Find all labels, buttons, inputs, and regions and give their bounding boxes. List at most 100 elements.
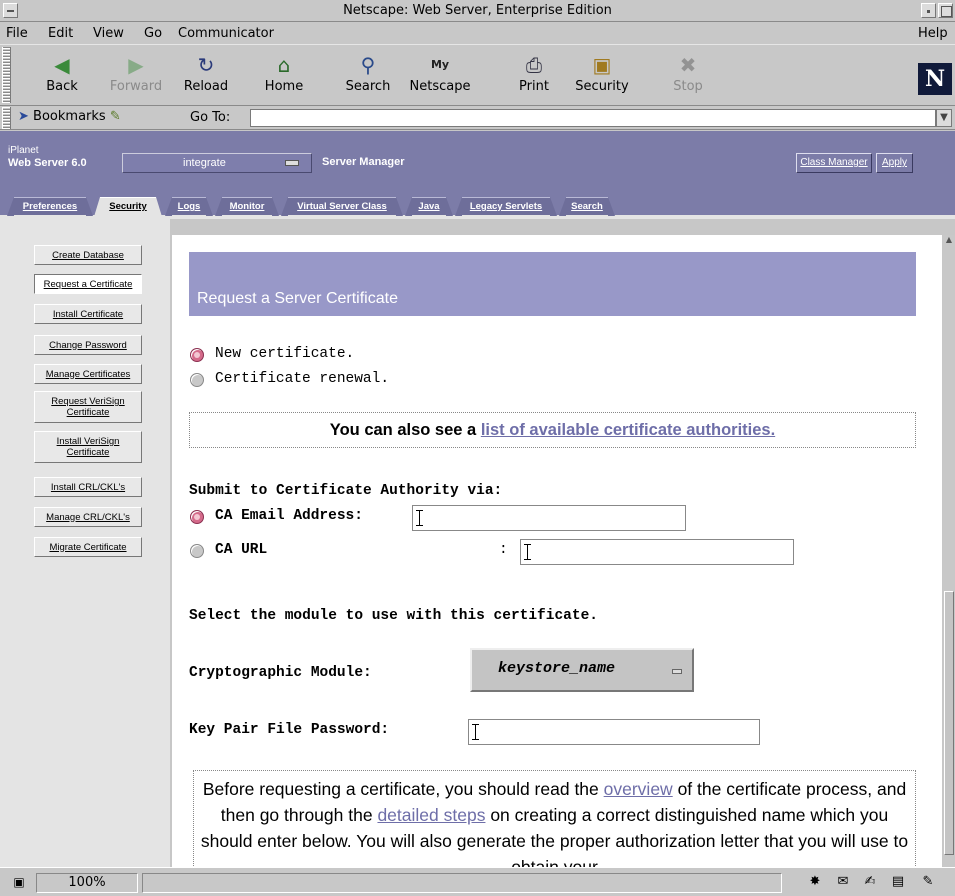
sidebar-item-request-certificate[interactable]: Request a Certificate xyxy=(34,274,142,294)
overview-link[interactable]: overview xyxy=(604,779,673,799)
menu-view[interactable]: View xyxy=(93,26,124,41)
forward-button[interactable]: ▶ Forward xyxy=(100,47,172,105)
new-certificate-radio[interactable] xyxy=(190,348,204,362)
crypto-module-select[interactable]: keystore_name xyxy=(470,648,694,692)
bookmark-pencil-icon: ✎ xyxy=(109,109,121,124)
edit-icon[interactable]: ✎ xyxy=(918,873,938,891)
class-manager-button[interactable]: Class Manager xyxy=(796,153,872,173)
tab-logs[interactable]: Logs xyxy=(165,197,213,216)
ca-email-field[interactable] xyxy=(412,505,686,531)
home-icon: ⌂ xyxy=(277,53,291,77)
option-menu-icon xyxy=(285,160,299,166)
tab-search[interactable]: Search xyxy=(559,197,615,216)
ca-url-field[interactable] xyxy=(520,539,794,565)
ca-list-prefix: You can also see a xyxy=(329,421,477,439)
tab-monitor[interactable]: Monitor xyxy=(215,197,279,216)
scrollbar-thumb[interactable] xyxy=(944,591,954,855)
page-title: Request a Server Certificate xyxy=(197,290,398,307)
window-minimize-button[interactable] xyxy=(921,3,936,18)
bookmarks-button[interactable]: ➤ Bookmarks ✎ xyxy=(18,109,121,124)
tab-security[interactable]: Security xyxy=(93,197,163,220)
certificate-renewal-radio[interactable] xyxy=(190,373,204,387)
menu-help[interactable]: Help xyxy=(918,26,948,41)
brand-product: Web Server 6.0 xyxy=(8,157,87,169)
back-button[interactable]: ◀ Back xyxy=(26,47,98,105)
my-netscape-button[interactable]: My Netscape xyxy=(404,47,476,105)
server-manager-label: Server Manager xyxy=(322,156,405,168)
print-button[interactable]: ⎙ Print xyxy=(498,47,570,105)
ca-url-label: CA URL xyxy=(215,542,268,558)
reload-button[interactable]: ↻ Reload xyxy=(170,47,242,105)
sidebar-item-migrate-certificate[interactable]: Migrate Certificate xyxy=(34,537,142,557)
navigator-icon[interactable]: ✸ xyxy=(805,873,825,891)
security-lock-icon[interactable]: ▣ xyxy=(10,874,28,890)
vertical-scrollbar[interactable]: ▲ xyxy=(943,235,955,867)
menu-edit[interactable]: Edit xyxy=(48,26,73,41)
toolbar-grip[interactable] xyxy=(2,47,11,103)
padlock-icon: ▣ xyxy=(592,53,612,77)
detailed-steps-link[interactable]: detailed steps xyxy=(377,805,485,825)
sidebar-item-request-verisign[interactable]: Request VeriSign Certificate xyxy=(34,391,142,423)
menu-go[interactable]: Go xyxy=(144,26,162,41)
sidebar-item-change-password[interactable]: Change Password xyxy=(34,335,142,355)
menu-communicator[interactable]: Communicator xyxy=(178,26,274,41)
option-menu-icon xyxy=(672,669,682,674)
main-content: Request a Server Certificate New certifi… xyxy=(172,235,942,867)
text-cursor-icon xyxy=(416,510,423,526)
security-button[interactable]: ▣ Security xyxy=(566,47,638,105)
menu-bar: File Edit View Go Communicator Help xyxy=(0,22,955,44)
tab-preferences[interactable]: Preferences xyxy=(7,197,93,216)
home-button[interactable]: ⌂ Home xyxy=(248,47,320,105)
page-header: Request a Server Certificate xyxy=(189,252,916,316)
composer-icon[interactable]: ▤ xyxy=(888,873,908,891)
ca-url-radio[interactable] xyxy=(190,544,204,558)
forward-label: Forward xyxy=(109,79,163,94)
reload-label: Reload xyxy=(183,79,229,94)
home-label: Home xyxy=(264,79,304,94)
tab-legacy-servlets[interactable]: Legacy Servlets xyxy=(455,197,557,216)
sidebar-item-manage-certificates[interactable]: Manage Certificates xyxy=(34,364,142,384)
server-select[interactable]: integrate xyxy=(122,153,312,173)
brand-iplanet: iPlanet xyxy=(8,145,39,156)
info-text-1: Before requesting a certificate, you sho… xyxy=(202,779,599,799)
window-title: Netscape: Web Server, Enterprise Edition xyxy=(343,3,612,18)
crypto-module-label: Cryptographic Module: xyxy=(189,665,372,681)
ca-list-notice: You can also see a list of available cer… xyxy=(189,412,916,448)
url-input[interactable] xyxy=(250,109,936,127)
security-label: Security xyxy=(575,79,629,94)
key-pair-password-field[interactable] xyxy=(468,719,760,745)
tab-strip: Preferences Security Logs Monitor Virtua… xyxy=(0,187,955,220)
menu-file[interactable]: File xyxy=(6,26,28,41)
back-label: Back xyxy=(46,79,78,94)
stop-button[interactable]: ✖ Stop xyxy=(652,47,724,105)
sidebar-item-install-crl[interactable]: Install CRL/CKL's xyxy=(34,477,142,497)
url-history-dropdown[interactable]: ▼ xyxy=(936,109,952,127)
discussions-icon[interactable]: ✍ xyxy=(860,873,880,891)
sidebar-item-manage-crl[interactable]: Manage CRL/CKL's xyxy=(34,507,142,527)
mail-icon[interactable]: ✉ xyxy=(833,873,853,891)
ca-email-radio[interactable] xyxy=(190,510,204,524)
scroll-up-icon[interactable]: ▲ xyxy=(944,235,954,247)
search-button[interactable]: ⚲ Search xyxy=(332,47,404,105)
tab-virtual-server-class[interactable]: Virtual Server Class xyxy=(281,197,403,216)
submit-heading: Submit to Certificate Authority via: xyxy=(189,483,503,499)
sidebar-item-create-database[interactable]: Create Database xyxy=(34,245,142,265)
ca-url-colon: : xyxy=(499,542,508,558)
sidebar-item-install-certificate[interactable]: Install Certificate xyxy=(34,304,142,324)
search-label: Search xyxy=(345,79,391,94)
status-message xyxy=(142,873,782,893)
location-grip[interactable] xyxy=(2,107,11,129)
netscape-logo[interactable]: N xyxy=(918,63,952,95)
zoom-level: 100% xyxy=(36,873,138,893)
sidebar-item-install-verisign[interactable]: Install VeriSign Certificate xyxy=(34,431,142,463)
reload-icon: ↻ xyxy=(197,53,215,77)
ca-list-link[interactable]: list of available certificate authoritie… xyxy=(481,421,775,439)
crypto-module-value: keystore_name xyxy=(498,660,616,677)
apply-button[interactable]: Apply xyxy=(876,153,913,173)
location-toolbar: ➤ Bookmarks ✎ Go To: ▼ xyxy=(0,106,955,130)
tab-java[interactable]: Java xyxy=(405,197,453,216)
security-sidebar: Create Database Request a Certificate In… xyxy=(0,219,170,867)
bookmarks-label: Bookmarks xyxy=(33,109,106,124)
printer-icon: ⎙ xyxy=(526,53,542,77)
window-maximize-button[interactable] xyxy=(938,3,953,18)
